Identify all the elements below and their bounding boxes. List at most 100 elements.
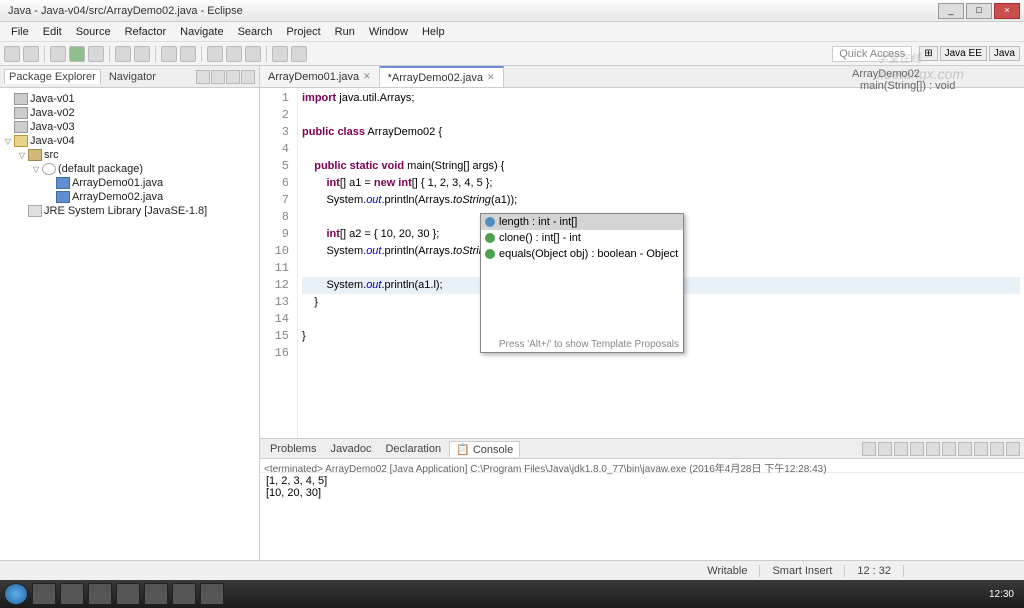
tree-item[interactable]: ▽(default package)	[2, 162, 257, 176]
close-tab-icon[interactable]: ✕	[363, 71, 371, 82]
autocomplete-hint: Press 'Alt+/' to show Template Proposals	[499, 339, 679, 350]
view-menu-icon[interactable]	[226, 70, 240, 84]
status-cursor-pos: 12 : 32	[845, 565, 904, 577]
prev-annotation-icon[interactable]	[245, 46, 261, 62]
menu-navigate[interactable]: Navigate	[173, 26, 230, 38]
sidebar-tabs: Package Explorer Navigator	[0, 66, 259, 88]
debug-icon[interactable]	[50, 46, 66, 62]
tree-item[interactable]: ArrayDemo01.java	[2, 176, 257, 190]
start-button[interactable]	[4, 583, 28, 605]
tree-item[interactable]: ▽Java-v04	[2, 134, 257, 148]
close-tab-icon[interactable]: ✕	[487, 72, 495, 83]
menu-refactor[interactable]: Refactor	[118, 26, 174, 38]
search-icon[interactable]	[180, 46, 196, 62]
bottom-tab-declaration[interactable]: Declaration	[379, 442, 447, 456]
tree-item[interactable]: Java-v02	[2, 106, 257, 120]
bottom-panel: ProblemsJavadocDeclaration📋 Console <ter…	[260, 438, 1024, 560]
taskbar-app-icon[interactable]	[116, 583, 140, 605]
maximize-button[interactable]: □	[966, 3, 992, 19]
taskbar-explorer-icon[interactable]	[32, 583, 56, 605]
forward-icon[interactable]	[291, 46, 307, 62]
quick-access-input[interactable]: Quick Access	[832, 46, 912, 62]
console-terminated-label: <terminated> ArrayDemo02 [Java Applicati…	[260, 459, 1024, 473]
toggle-mark-icon[interactable]	[207, 46, 223, 62]
collapse-all-icon[interactable]	[196, 70, 210, 84]
next-annotation-icon[interactable]	[226, 46, 242, 62]
bottom-tab-console[interactable]: 📋 Console	[449, 441, 520, 457]
tree-item[interactable]: Java-v01	[2, 92, 257, 106]
bottom-tab-problems[interactable]: Problems	[264, 442, 322, 456]
minimize-panel-icon[interactable]	[990, 442, 1004, 456]
menu-search[interactable]: Search	[231, 26, 280, 38]
tree-item[interactable]: ▽src	[2, 148, 257, 162]
window-title: Java - Java-v04/src/ArrayDemo02.java - E…	[4, 5, 938, 17]
system-clock[interactable]: 12:30	[989, 589, 1020, 600]
outline-method[interactable]: main(String[]) : void	[850, 80, 1020, 92]
tree-item[interactable]: JRE System Library [JavaSE-1.8]	[2, 204, 257, 218]
menu-edit[interactable]: Edit	[36, 26, 69, 38]
console-output[interactable]: [1, 2, 3, 4, 5][10, 20, 30]	[260, 473, 1024, 501]
menu-project[interactable]: Project	[279, 26, 327, 38]
console-display-icon[interactable]	[958, 442, 972, 456]
new-class-icon[interactable]	[134, 46, 150, 62]
toolbar: Quick Access ⊞ Java EE Java	[0, 42, 1024, 66]
save-icon[interactable]	[23, 46, 39, 62]
status-bar: Writable Smart Insert 12 : 32	[0, 560, 1024, 580]
autocomplete-popup[interactable]: length : int - int[]clone() : int[] - in…	[480, 213, 684, 353]
perspective-switcher: ⊞ Java EE Java	[919, 46, 1020, 61]
separator	[44, 46, 45, 62]
new-icon[interactable]	[4, 46, 20, 62]
menu-run[interactable]: Run	[328, 26, 362, 38]
menu-window[interactable]: Window	[362, 26, 415, 38]
separator	[155, 46, 156, 62]
taskbar-chrome-icon[interactable]	[60, 583, 84, 605]
bottom-tab-javadoc[interactable]: Javadoc	[324, 442, 377, 456]
new-package-icon[interactable]	[115, 46, 131, 62]
menu-source[interactable]: Source	[69, 26, 118, 38]
taskbar-app-icon[interactable]	[88, 583, 112, 605]
console-terminate-icon[interactable]	[894, 442, 908, 456]
separator	[201, 46, 202, 62]
line-gutter: 12345678910111213141516	[260, 88, 298, 438]
tab-package-explorer[interactable]: Package Explorer	[4, 69, 101, 84]
project-tree[interactable]: Java-v01Java-v02Java-v03▽Java-v04▽src▽(d…	[0, 88, 259, 560]
link-editor-icon[interactable]	[211, 70, 225, 84]
maximize-panel-icon[interactable]	[1006, 442, 1020, 456]
open-type-icon[interactable]	[161, 46, 177, 62]
minimize-button[interactable]: _	[938, 3, 964, 19]
autocomplete-item[interactable]: equals(Object obj) : boolean - Object	[481, 246, 683, 262]
console-remove-all-icon[interactable]	[878, 442, 892, 456]
windows-taskbar[interactable]: 12:30	[0, 580, 1024, 608]
close-button[interactable]: ×	[994, 3, 1020, 19]
console-clear-icon[interactable]	[910, 442, 924, 456]
open-perspective-icon[interactable]: ⊞	[919, 46, 937, 61]
outline-overlay: ArrayDemo02 main(String[]) : void	[850, 68, 1020, 92]
console-remove-icon[interactable]	[862, 442, 876, 456]
separator	[266, 46, 267, 62]
tree-item[interactable]: ArrayDemo02.java	[2, 190, 257, 204]
tab-navigator[interactable]: Navigator	[109, 71, 156, 83]
perspective-java[interactable]: Java	[989, 46, 1020, 61]
back-icon[interactable]	[272, 46, 288, 62]
taskbar-app-icon[interactable]	[172, 583, 196, 605]
run-last-icon[interactable]	[88, 46, 104, 62]
editor-tab[interactable]: *ArrayDemo02.java✕	[380, 66, 504, 87]
console-open-icon[interactable]	[974, 442, 988, 456]
taskbar-eclipse-icon[interactable]	[144, 583, 168, 605]
console-pin-icon[interactable]	[942, 442, 956, 456]
autocomplete-item[interactable]: length : int - int[]	[481, 214, 683, 230]
tree-item[interactable]: Java-v03	[2, 120, 257, 134]
package-explorer-view: Package Explorer Navigator Java-v01Java-…	[0, 66, 260, 560]
outline-class[interactable]: ArrayDemo02	[850, 68, 1020, 80]
perspective-javaee[interactable]: Java EE	[940, 46, 987, 61]
taskbar-app-icon[interactable]	[200, 583, 224, 605]
status-writable: Writable	[695, 565, 760, 577]
console-lock-icon[interactable]	[926, 442, 940, 456]
editor-tab[interactable]: ArrayDemo01.java✕	[260, 66, 380, 87]
menu-help[interactable]: Help	[415, 26, 452, 38]
menu-file[interactable]: File	[4, 26, 36, 38]
run-icon[interactable]	[69, 46, 85, 62]
window-titlebar: Java - Java-v04/src/ArrayDemo02.java - E…	[0, 0, 1024, 22]
autocomplete-item[interactable]: clone() : int[] - int	[481, 230, 683, 246]
minimize-view-icon[interactable]	[241, 70, 255, 84]
